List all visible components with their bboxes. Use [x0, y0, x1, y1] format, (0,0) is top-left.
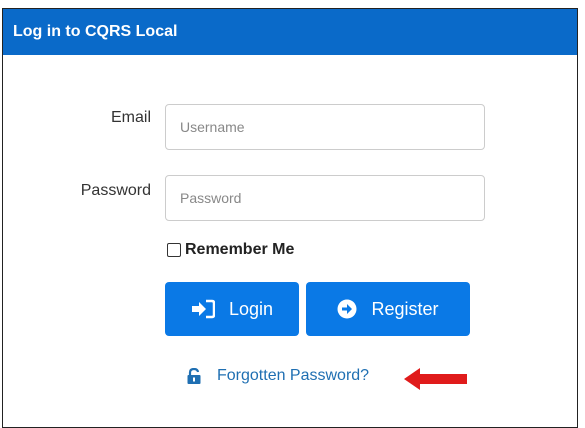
forgot-password-label: Forgotten Password? [217, 367, 370, 384]
register-button[interactable]: Register [306, 282, 470, 336]
email-label: Email [110, 109, 151, 126]
email-field[interactable] [165, 104, 485, 150]
login-button[interactable]: Login [165, 282, 299, 336]
panel-title: Log in to CQRS Local [3, 9, 577, 55]
remember-me-label: Remember Me [185, 241, 295, 258]
login-panel: Log in to CQRS Local Email Password Reme… [2, 8, 578, 428]
password-field[interactable] [165, 175, 485, 221]
remember-me-checkbox[interactable] [167, 243, 181, 257]
forgot-password-link[interactable]: Forgotten Password? [187, 367, 369, 385]
red-left-arrow-icon [404, 368, 467, 390]
login-button-label: Login [228, 298, 274, 319]
sign-in-icon [191, 299, 215, 319]
register-button-label: Register [371, 298, 439, 319]
arrow-circle-right-icon [337, 299, 357, 319]
remember-me-row[interactable]: Remember Me [167, 241, 294, 259]
unlock-icon [187, 368, 201, 384]
password-label: Password [80, 182, 151, 199]
